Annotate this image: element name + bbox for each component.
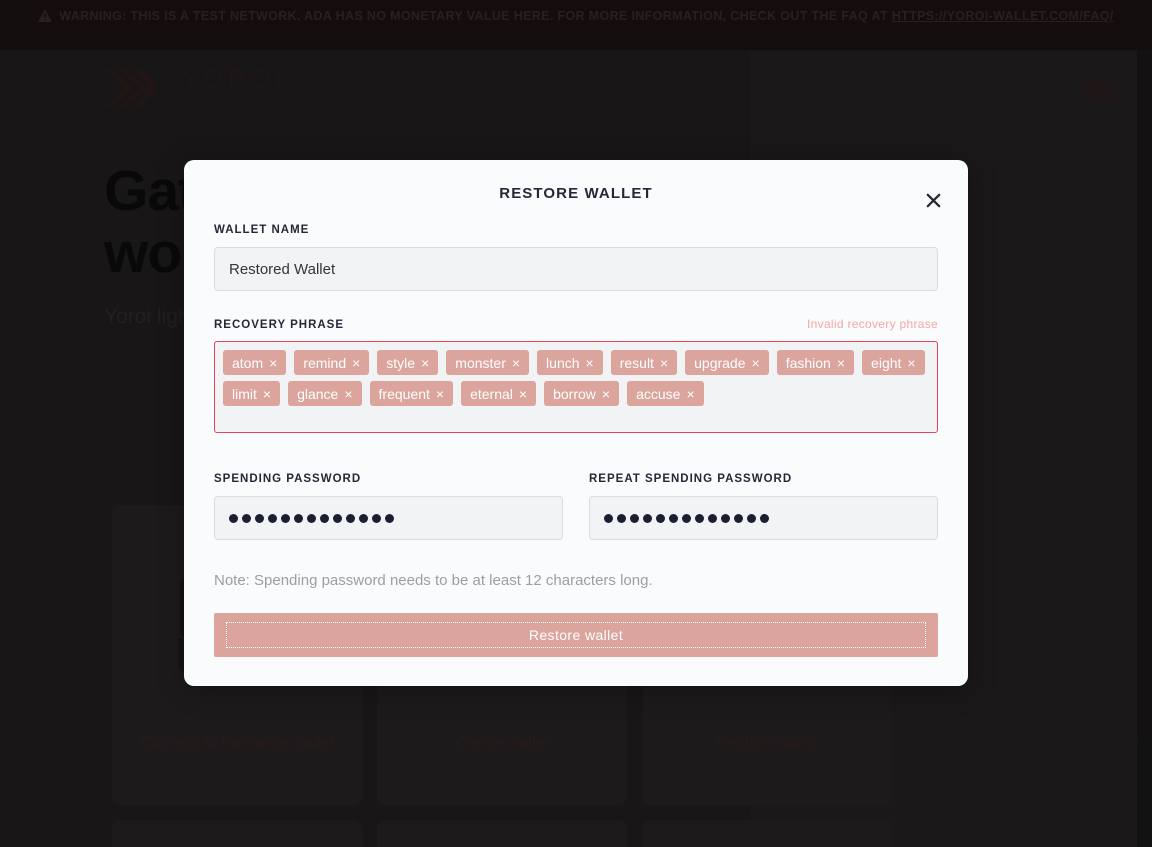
remove-word-icon[interactable]: ×: [352, 356, 360, 370]
recovery-word-chip[interactable]: limit ×: [223, 381, 281, 406]
recovery-word-label: eternal: [470, 385, 513, 402]
repeat-spending-password-label: REPEAT SPENDING PASSWORD: [589, 473, 793, 485]
recovery-word-label: lunch: [546, 354, 580, 371]
password-mask-dot: [656, 513, 665, 523]
password-mask-dot: [294, 513, 303, 523]
recovery-word-chip[interactable]: style ×: [377, 350, 439, 375]
password-mask-dot: [229, 513, 238, 523]
password-mask-dot: [320, 513, 329, 523]
recovery-phrase-error: Invalid recovery phrase: [807, 317, 938, 331]
password-mask-dot: [604, 513, 613, 523]
remove-word-icon[interactable]: ×: [907, 356, 915, 370]
recovery-word-label: monster: [455, 354, 506, 371]
recovery-word-chip[interactable]: remind ×: [294, 350, 370, 375]
recovery-word-chip[interactable]: upgrade ×: [685, 350, 769, 375]
password-mask-dot: [708, 513, 717, 523]
remove-word-icon[interactable]: ×: [686, 387, 694, 401]
recovery-word-chip[interactable]: frequent ×: [369, 381, 454, 406]
recovery-word-chip[interactable]: glance ×: [288, 381, 362, 406]
remove-word-icon[interactable]: ×: [602, 387, 610, 401]
password-mask-dot: [333, 513, 342, 523]
remove-word-icon[interactable]: ×: [263, 387, 271, 401]
recovery-word-chip[interactable]: eight ×: [862, 350, 925, 375]
recovery-word-chip[interactable]: lunch ×: [537, 350, 603, 375]
remove-word-icon[interactable]: ×: [660, 356, 668, 370]
recovery-word-chip[interactable]: borrow ×: [544, 381, 620, 406]
remove-word-icon[interactable]: ×: [421, 356, 429, 370]
recovery-word-chip[interactable]: eternal ×: [461, 381, 537, 406]
password-mask-dot: [669, 513, 678, 523]
recovery-word-label: frequent: [378, 385, 430, 402]
restore-wallet-button-label: Restore wallet: [528, 627, 624, 643]
recovery-word-label: atom: [232, 354, 264, 371]
password-mask-dot: [385, 513, 394, 523]
password-mask-dot: [747, 513, 756, 523]
password-note: Note: Spending password needs to be at l…: [214, 572, 653, 589]
password-mask-dot: [617, 513, 626, 523]
recovery-word-label: glance: [297, 385, 339, 402]
remove-word-icon[interactable]: ×: [512, 356, 520, 370]
recovery-word-label: style: [386, 354, 416, 371]
password-mask-dot: [359, 513, 368, 523]
wallet-name-field-group: WALLET NAME: [214, 224, 938, 291]
close-x-icon[interactable]: [916, 183, 950, 217]
recovery-word-chip[interactable]: monster ×: [446, 350, 530, 375]
password-mask-dot: [281, 513, 290, 523]
recovery-word-chip[interactable]: fashion ×: [776, 350, 855, 375]
restore-wallet-dialog: RESTORE WALLET WALLET NAME RECOVERY PHRA…: [184, 160, 968, 686]
recovery-word-label: result: [619, 354, 654, 371]
remove-word-icon[interactable]: ×: [436, 387, 444, 401]
recovery-word-label: remind: [303, 354, 347, 371]
password-row: SPENDING PASSWORD REPEAT SPENDING PASSWO…: [214, 473, 938, 540]
recovery-phrase-field-group: RECOVERY PHRASE Invalid recovery phrase …: [214, 317, 938, 433]
recovery-phrase-input[interactable]: atom × remind × style × monster × lunch × result × u…: [214, 341, 938, 433]
password-mask-dot: [760, 513, 769, 523]
password-mask-dot: [372, 513, 381, 523]
remove-word-icon[interactable]: ×: [519, 387, 527, 401]
recovery-word-label: upgrade: [694, 354, 746, 371]
password-mask-dot: [630, 513, 639, 523]
spending-password-input[interactable]: [214, 496, 563, 540]
password-mask-dot: [721, 513, 730, 523]
password-mask-dot: [643, 513, 652, 523]
recovery-word-chip[interactable]: result ×: [610, 350, 678, 375]
password-mask-dot: [346, 513, 355, 523]
recovery-word-label: limit: [232, 385, 257, 402]
recovery-word-label: fashion: [785, 354, 831, 371]
recovery-word-label: eight: [871, 354, 902, 371]
password-mask-dot: [682, 513, 691, 523]
password-mask-dot: [255, 513, 264, 523]
dialog-title: RESTORE WALLET: [499, 185, 653, 202]
password-mask-dot: [268, 513, 277, 523]
recovery-word-label: accuse: [636, 385, 681, 402]
password-mask-dot: [695, 513, 704, 523]
restore-wallet-button[interactable]: Restore wallet: [214, 613, 938, 657]
repeat-spending-password-group: REPEAT SPENDING PASSWORD: [589, 473, 938, 540]
recovery-word-label: borrow: [553, 385, 596, 402]
wallet-name-label: WALLET NAME: [214, 224, 310, 236]
wallet-name-input[interactable]: [214, 247, 938, 291]
remove-word-icon[interactable]: ×: [837, 356, 845, 370]
spending-password-label: SPENDING PASSWORD: [214, 473, 362, 485]
recovery-phrase-label: RECOVERY PHRASE: [214, 319, 345, 331]
repeat-spending-password-input[interactable]: [589, 496, 938, 540]
remove-word-icon[interactable]: ×: [269, 356, 277, 370]
remove-word-icon[interactable]: ×: [344, 387, 352, 401]
recovery-phrase-header: RECOVERY PHRASE Invalid recovery phrase: [214, 317, 938, 331]
recovery-word-chip[interactable]: accuse ×: [627, 381, 704, 406]
password-mask-dot: [307, 513, 316, 523]
spending-password-group: SPENDING PASSWORD: [214, 473, 563, 540]
password-mask-dot: [242, 513, 251, 523]
remove-word-icon[interactable]: ×: [586, 356, 594, 370]
recovery-word-chip[interactable]: atom ×: [223, 350, 287, 375]
remove-word-icon[interactable]: ×: [752, 356, 760, 370]
password-mask-dot: [734, 513, 743, 523]
submit-focus-ring: Restore wallet: [226, 622, 926, 648]
